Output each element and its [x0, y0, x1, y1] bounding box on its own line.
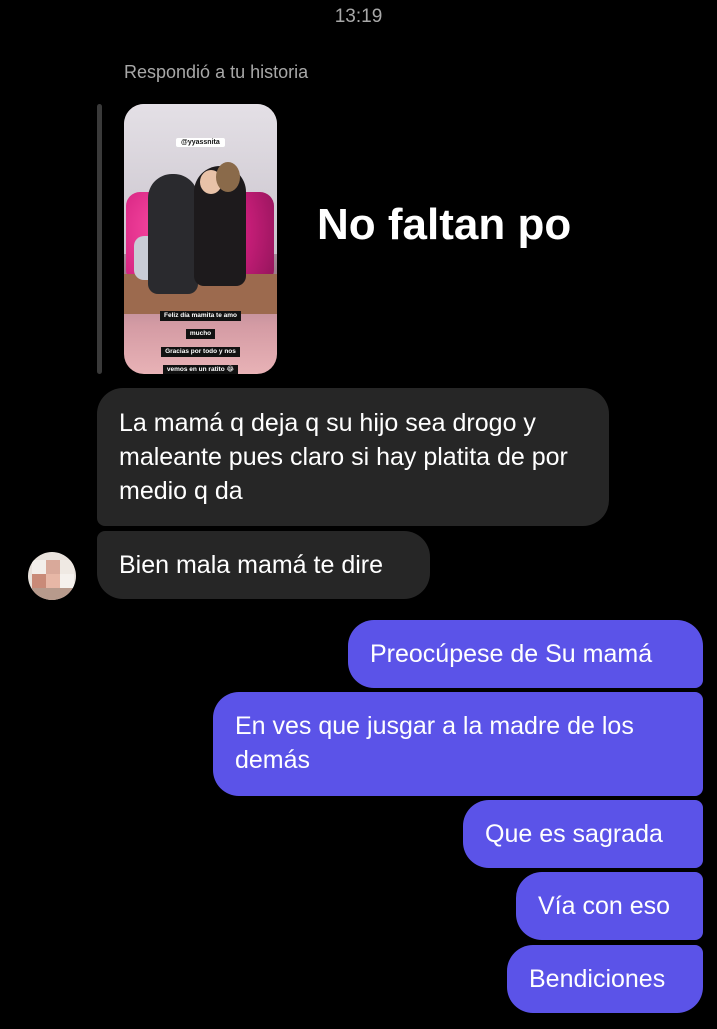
sender-avatar[interactable] [28, 552, 76, 600]
outgoing-message-bubble[interactable]: Que es sagrada [463, 800, 703, 868]
story-photo-head-right [216, 162, 240, 192]
story-caption-line: mucho [185, 329, 216, 339]
story-caption: Feliz día mamita te amo mucho Gracias po… [124, 304, 277, 374]
message-timestamp: 13:19 [334, 6, 383, 27]
outgoing-message-bubble[interactable]: Preocúpese de Su mamá [348, 620, 703, 688]
story-thumbnail[interactable]: @yyassnita Feliz día mamita te amo mucho… [124, 104, 277, 374]
outgoing-message-bubble[interactable]: Bendiciones [507, 945, 703, 1013]
story-photo-person-left [148, 174, 198, 294]
story-reply-indicator-bar [97, 104, 102, 374]
story-caption-line: Feliz día mamita te amo [160, 311, 241, 321]
story-caption-line: Gracias por todo y nos [161, 347, 240, 357]
story-username-tag: @yyassnita [176, 138, 225, 147]
story-reply-label: Respondió a tu historia [124, 62, 309, 82]
incoming-message-bubble[interactable]: La mamá q deja q su hijo sea drogo y mal… [97, 388, 609, 526]
outgoing-message-bubble[interactable]: Vía con eso [516, 872, 703, 940]
story-caption-line: vemos en un ratito 😂 [162, 365, 239, 374]
outgoing-message-bubble[interactable]: En ves que jusgar a la madre de los demá… [213, 692, 703, 796]
incoming-message-bubble[interactable]: Bien mala mamá te dire [97, 531, 430, 599]
story-reply-emoji-text[interactable]: No faltan po [317, 200, 571, 250]
